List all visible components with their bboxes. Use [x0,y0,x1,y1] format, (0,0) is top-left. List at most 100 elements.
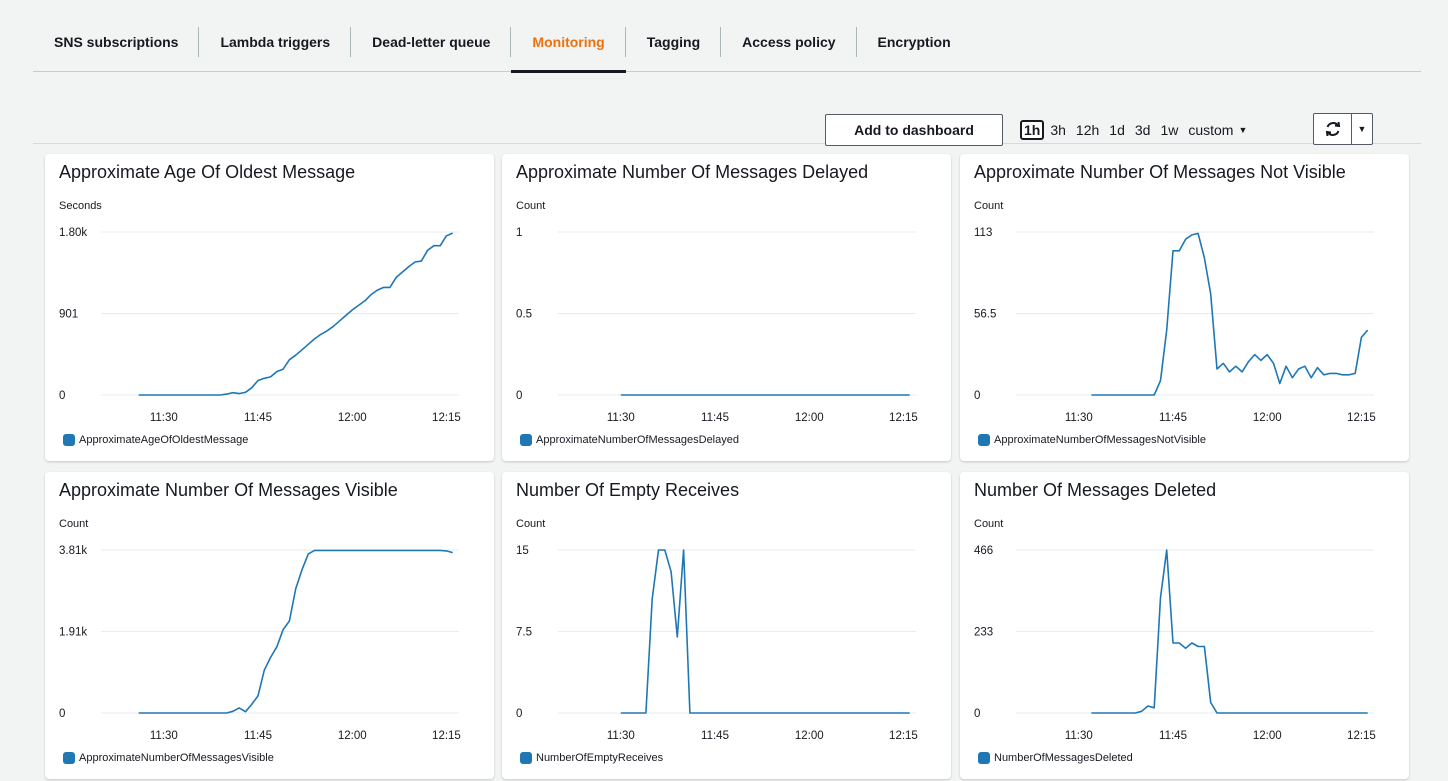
x-tick-label: 11:45 [1159,730,1187,742]
widget-age-of-oldest-message: Approximate Age Of Oldest Message Second… [45,154,494,461]
y-tick-label: 0 [59,390,65,402]
y-tick-label: 15 [516,545,529,557]
y-tick-label: 113 [974,227,992,239]
legend[interactable]: NumberOfMessagesDeleted [978,752,1133,764]
legend-swatch [978,434,990,446]
refresh-icon [1325,121,1340,137]
y-tick-label: 0 [516,708,522,720]
line-chart[interactable]: 0 7.5 15 11:30 11:45 12:00 12:15 [502,532,951,742]
tab-label: Encryption [877,34,951,50]
x-tick-label: 12:15 [889,412,918,424]
y-axis-label: Count [516,200,546,212]
x-tick-label: 12:00 [1253,730,1282,742]
time-range-1h[interactable]: 1h [1020,120,1045,140]
x-tick-label: 12:00 [795,730,824,742]
legend-label: NumberOfMessagesDeleted [994,752,1133,764]
tab-monitoring[interactable]: Monitoring [511,14,627,73]
y-tick-label: 1 [516,227,522,239]
active-tab-indicator [511,70,626,73]
line-chart[interactable]: 0 233 466 11:30 11:45 12:00 12:15 [960,532,1409,742]
y-axis-label: Count [974,200,1004,212]
time-range-custom-dropdown[interactable]: custom ▼ [1184,122,1247,138]
tab-encryption[interactable]: Encryption [857,14,972,72]
time-range-1d[interactable]: 1d [1105,121,1129,139]
y-tick-label: 1.80k [59,227,87,239]
y-tick-label: 56.5 [974,309,996,321]
time-range-3h[interactable]: 3h [1046,121,1070,139]
legend[interactable]: ApproximateNumberOfMessagesVisible [63,752,274,764]
series-line [1091,232,1369,396]
time-range-3d[interactable]: 3d [1131,121,1155,139]
legend-swatch [520,434,532,446]
x-tick-label: 12:00 [795,412,824,424]
widget-title: Approximate Age Of Oldest Message [59,162,356,182]
tab-tagging[interactable]: Tagging [626,14,722,72]
refresh-button[interactable] [1314,114,1352,144]
tab-label: Access policy [742,34,836,50]
legend[interactable]: ApproximateNumberOfMessagesDelayed [520,434,739,446]
widget-empty-receives: Number Of Empty Receives Count 0 7.5 15 11:… [502,472,951,779]
time-range-1w[interactable]: 1w [1156,121,1182,139]
tab-label: Dead-letter queue [372,34,491,50]
widget-messages-visible: Approximate Number Of Messages Visible C… [45,472,494,779]
toolbar-divider [33,143,1421,144]
legend-swatch [978,752,990,764]
tab-dead-letter-queue[interactable]: Dead-letter queue [351,14,512,72]
y-tick-label: 3.81k [59,545,87,557]
y-tick-label: 0 [59,708,65,720]
legend[interactable]: ApproximateAgeOfOldestMessage [63,434,248,446]
x-tick-label: 12:15 [889,730,918,742]
tab-label: Tagging [646,34,701,50]
x-tick-label: 11:45 [244,412,272,424]
legend-label: ApproximateNumberOfMessagesNotVisible [994,434,1206,446]
legend[interactable]: ApproximateNumberOfMessagesNotVisible [978,434,1206,446]
y-tick-label: 0 [974,708,980,720]
x-tick-label: 11:30 [1065,412,1093,424]
time-range-selector: 1h 3h 12h 1d 3d 1w custom ▼ [1020,119,1247,141]
line-chart[interactable]: 0 56.5 113 11:30 11:45 12:00 12:15 [960,214,1409,424]
y-tick-label: 0 [516,390,522,402]
legend-swatch [63,752,75,764]
widget-messages-deleted: Number Of Messages Deleted Count 0 233 466… [960,472,1409,779]
x-tick-label: 12:15 [432,412,461,424]
tab-lambda-triggers[interactable]: Lambda triggers [199,14,351,72]
tab-bar: SNS subscriptions Lambda triggers Dead-l… [33,14,1421,73]
x-tick-label: 12:00 [1253,412,1282,424]
x-tick-label: 11:45 [244,730,272,742]
widget-title: Approximate Number Of Messages Visible [59,480,398,500]
widget-messages-not-visible: Approximate Number Of Messages Not Visib… [960,154,1409,461]
time-range-12h[interactable]: 12h [1072,121,1103,139]
tab-label: Monitoring [532,34,605,50]
y-tick-label: 0.5 [516,309,532,321]
x-tick-label: 12:15 [1347,412,1376,424]
series-line [138,232,454,396]
legend-swatch [63,434,75,446]
legend[interactable]: NumberOfEmptyReceives [520,752,663,764]
legend-label: ApproximateNumberOfMessagesDelayed [536,434,739,446]
x-tick-label: 11:30 [1065,730,1093,742]
tab-label: Lambda triggers [220,34,331,50]
refresh-options-button[interactable]: ▼ [1352,114,1372,144]
widget-title: Number Of Messages Deleted [974,480,1217,500]
x-tick-label: 12:00 [338,412,367,424]
widget-messages-delayed: Approximate Number Of Messages Delayed C… [502,154,951,461]
tab-sns-subscriptions[interactable]: SNS subscriptions [33,14,200,72]
x-tick-label: 12:15 [432,730,461,742]
y-tick-label: 233 [974,627,993,639]
x-tick-label: 11:30 [607,412,635,424]
tab-access-policy[interactable]: Access policy [721,14,857,72]
widget-title: Number Of Empty Receives [516,480,740,500]
y-axis-label: Count [974,518,1004,530]
x-tick-label: 11:45 [1159,412,1187,424]
refresh-button-group: ▼ [1313,113,1373,145]
caret-down-icon: ▼ [1238,125,1248,135]
legend-label: ApproximateNumberOfMessagesVisible [79,752,274,764]
line-chart[interactable]: 0 0.5 1 11:30 11:45 12:00 12:15 [502,214,951,424]
widget-title: Approximate Number Of Messages Delayed [516,162,869,182]
line-chart[interactable]: 0 901 1.80k 11:30 11:45 12:00 12:15 [45,214,494,424]
y-tick-label: 901 [59,309,78,321]
y-axis-label: Count [59,518,89,530]
add-to-dashboard-button[interactable]: Add to dashboard [825,114,1003,146]
y-tick-label: 1.91k [59,627,87,639]
line-chart[interactable]: 0 1.91k 3.81k 11:30 11:45 12:00 12:15 [45,532,494,742]
